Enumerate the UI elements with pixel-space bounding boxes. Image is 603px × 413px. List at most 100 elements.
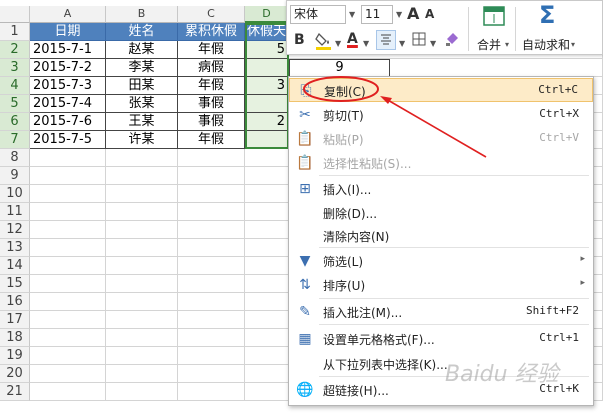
row-header[interactable]: 17 bbox=[0, 311, 30, 329]
fill-color-icon[interactable] bbox=[315, 31, 333, 55]
empty-cell[interactable] bbox=[178, 275, 245, 293]
row-header[interactable]: 10 bbox=[0, 185, 30, 203]
shrink-font-icon[interactable]: A bbox=[425, 7, 434, 21]
row-header[interactable]: 5 bbox=[0, 95, 30, 113]
empty-cell[interactable] bbox=[178, 167, 245, 185]
table-cell[interactable]: 3 bbox=[245, 77, 289, 95]
empty-cell[interactable] bbox=[30, 149, 106, 167]
empty-cell[interactable] bbox=[106, 185, 178, 203]
column-header-a[interactable]: A bbox=[30, 6, 106, 23]
align-center-icon[interactable] bbox=[376, 30, 396, 50]
empty-cell[interactable] bbox=[245, 257, 289, 275]
menu-item[interactable]: ▦ 设置单元格格式(F)... Ctrl+1 bbox=[289, 327, 593, 351]
table-cell[interactable]: 年假 bbox=[178, 41, 245, 59]
empty-cell[interactable] bbox=[106, 311, 178, 329]
empty-cell[interactable] bbox=[245, 311, 289, 329]
row-header[interactable]: 18 bbox=[0, 329, 30, 347]
table-cell[interactable]: 张某 bbox=[106, 95, 178, 113]
empty-cell[interactable] bbox=[178, 239, 245, 257]
empty-cell[interactable] bbox=[245, 275, 289, 293]
row-header[interactable]: 20 bbox=[0, 365, 30, 383]
empty-cell[interactable] bbox=[178, 329, 245, 347]
font-name-select[interactable]: 宋体 bbox=[290, 5, 346, 24]
empty-cell[interactable] bbox=[245, 293, 289, 311]
menu-item[interactable]: ▼ 筛选(L) ▸ bbox=[289, 249, 593, 273]
empty-cell[interactable] bbox=[178, 365, 245, 383]
table-cell[interactable]: 2015-7-1 bbox=[30, 41, 106, 59]
menu-item[interactable]: 🌐 超链接(H)... Ctrl+K bbox=[289, 378, 593, 402]
font-name-dropdown-icon[interactable]: ▼ bbox=[349, 10, 355, 19]
row-header[interactable]: 14 bbox=[0, 257, 30, 275]
empty-cell[interactable] bbox=[30, 185, 106, 203]
font-size-select[interactable]: 11 bbox=[361, 5, 393, 24]
empty-cell[interactable] bbox=[178, 383, 245, 401]
empty-cell[interactable] bbox=[106, 329, 178, 347]
empty-cell[interactable] bbox=[30, 293, 106, 311]
table-cell[interactable]: 事假 bbox=[178, 95, 245, 113]
cell-extra-value[interactable]: 9 bbox=[289, 59, 390, 77]
empty-cell[interactable] bbox=[30, 203, 106, 221]
merge-dropdown-icon[interactable]: ▾ bbox=[505, 40, 509, 49]
empty-cell[interactable] bbox=[30, 311, 106, 329]
empty-cell[interactable] bbox=[30, 329, 106, 347]
merge-cells-icon[interactable] bbox=[483, 5, 505, 31]
table-cell[interactable]: 许某 bbox=[106, 131, 178, 149]
table-cell[interactable]: 事假 bbox=[178, 113, 245, 131]
empty-cell[interactable] bbox=[245, 167, 289, 185]
empty-cell[interactable] bbox=[30, 365, 106, 383]
empty-cell[interactable] bbox=[178, 293, 245, 311]
empty-cell[interactable] bbox=[178, 347, 245, 365]
empty-cell[interactable] bbox=[106, 203, 178, 221]
empty-cell[interactable] bbox=[30, 347, 106, 365]
table-header-cell[interactable]: 休假天 bbox=[245, 23, 289, 41]
autosum-icon[interactable]: Σ bbox=[539, 1, 555, 29]
menu-item[interactable]: 📋 粘贴(P) Ctrl+V bbox=[289, 127, 593, 151]
row-header[interactable]: 9 bbox=[0, 167, 30, 185]
font-color-dropdown-icon[interactable]: ▼ bbox=[363, 39, 369, 48]
row-header[interactable]: 11 bbox=[0, 203, 30, 221]
empty-cell[interactable] bbox=[245, 347, 289, 365]
autosum-dropdown-icon[interactable]: ▾ bbox=[571, 40, 575, 49]
align-dropdown-icon[interactable]: ▼ bbox=[399, 39, 405, 48]
row-header[interactable]: 15 bbox=[0, 275, 30, 293]
borders-icon[interactable] bbox=[411, 31, 427, 51]
empty-cell[interactable] bbox=[30, 239, 106, 257]
format-painter-icon[interactable] bbox=[444, 31, 460, 51]
empty-cell[interactable] bbox=[245, 149, 289, 167]
table-cell[interactable]: 2015-7-3 bbox=[30, 77, 106, 95]
empty-cell[interactable] bbox=[245, 221, 289, 239]
row-header[interactable]: 3 bbox=[0, 59, 30, 77]
table-cell[interactable]: 年假 bbox=[178, 77, 245, 95]
merge-cells-label[interactable]: 合并 bbox=[477, 36, 501, 53]
table-cell[interactable]: 李某 bbox=[106, 59, 178, 77]
menu-item[interactable]: 从下拉列表中选择(K)... bbox=[289, 352, 593, 376]
empty-cell[interactable] bbox=[106, 257, 178, 275]
row-header[interactable]: 1 bbox=[0, 23, 30, 41]
empty-cell[interactable] bbox=[30, 167, 106, 185]
row-header[interactable]: 12 bbox=[0, 221, 30, 239]
empty-cell[interactable] bbox=[30, 275, 106, 293]
menu-item[interactable]: 清除内容(N) bbox=[289, 224, 593, 248]
empty-cell[interactable] bbox=[245, 239, 289, 257]
empty-cell[interactable] bbox=[106, 365, 178, 383]
menu-item[interactable]: ✎ 插入批注(M)... Shift+F2 bbox=[289, 300, 593, 324]
column-header-b[interactable]: B bbox=[106, 6, 178, 23]
table-cell[interactable]: 病假 bbox=[178, 59, 245, 77]
table-cell[interactable] bbox=[245, 59, 289, 77]
table-cell[interactable]: 赵某 bbox=[106, 41, 178, 59]
table-cell[interactable]: 5 bbox=[245, 41, 289, 59]
bold-button[interactable]: B bbox=[294, 32, 305, 48]
menu-item[interactable]: ⇅ 排序(U) ▸ bbox=[289, 273, 593, 297]
menu-item[interactable]: 删除(D)... bbox=[289, 201, 593, 225]
row-header[interactable]: 6 bbox=[0, 113, 30, 131]
table-cell[interactable]: 2 bbox=[245, 113, 289, 131]
column-header-c[interactable]: C bbox=[178, 6, 245, 23]
font-size-dropdown-icon[interactable]: ▼ bbox=[396, 10, 402, 19]
empty-cell[interactable] bbox=[30, 383, 106, 401]
empty-cell[interactable] bbox=[245, 203, 289, 221]
empty-cell[interactable] bbox=[178, 221, 245, 239]
table-cell[interactable]: 2015-7-4 bbox=[30, 95, 106, 113]
row-header[interactable]: 21 bbox=[0, 383, 30, 401]
column-header-d[interactable]: D bbox=[245, 6, 289, 23]
menu-item[interactable]: 📋 选择性粘贴(S)... bbox=[289, 151, 593, 175]
